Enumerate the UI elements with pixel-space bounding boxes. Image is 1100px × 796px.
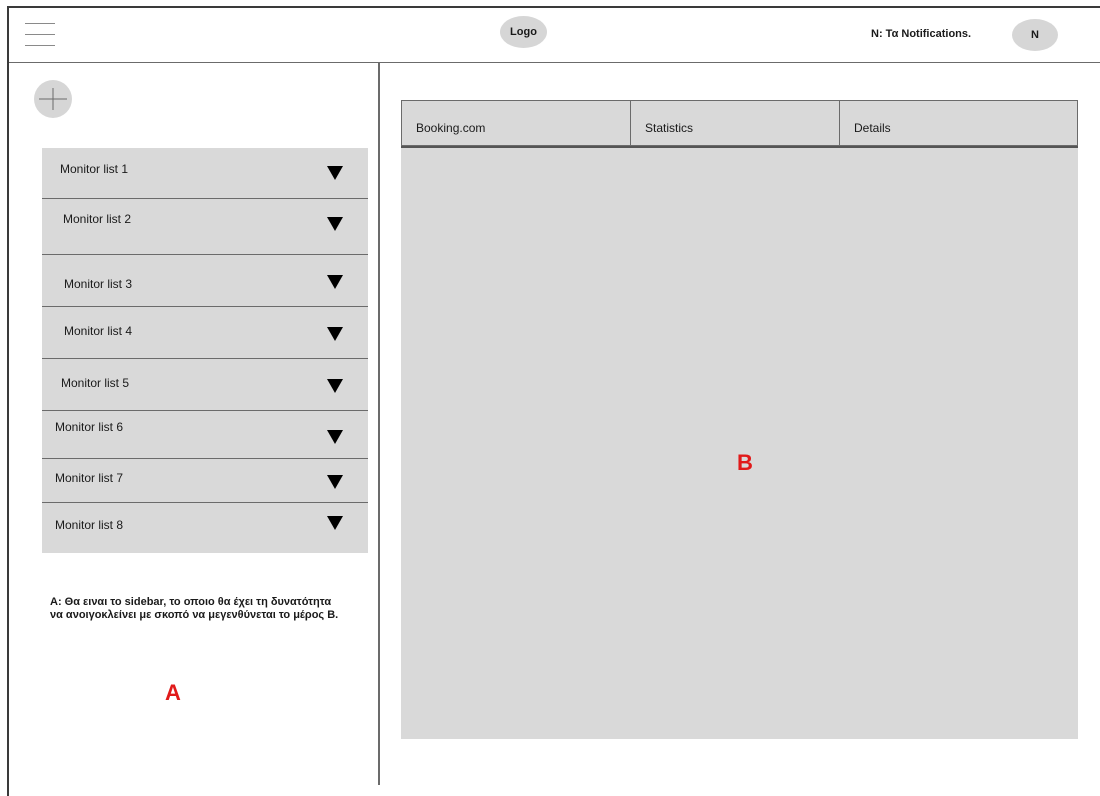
- tab-bar: Booking.com Statistics Details: [401, 100, 1078, 148]
- tab-statistics[interactable]: Statistics: [630, 100, 840, 146]
- monitor-list-item-7[interactable]: Monitor list 7: [42, 459, 368, 503]
- notifications-label[interactable]: N: Τα Notifications.: [871, 28, 971, 40]
- dropdown-arrow-icon[interactable]: [327, 217, 343, 231]
- monitor-list-label: Monitor list 8: [55, 518, 124, 532]
- monitor-list-item-6[interactable]: Monitor list 6: [42, 411, 368, 459]
- tab-label: Details: [854, 121, 891, 135]
- monitor-list-item-2[interactable]: Monitor list 2: [42, 199, 368, 255]
- monitor-list-item-3[interactable]: Monitor list 3: [42, 255, 368, 307]
- dropdown-arrow-icon[interactable]: [327, 327, 343, 341]
- logo: Logo: [500, 16, 547, 48]
- monitor-list-panel: Monitor list 1 Monitor list 2 Monitor li…: [42, 148, 368, 553]
- tab-label: Statistics: [645, 121, 694, 135]
- dropdown-arrow-icon[interactable]: [327, 379, 343, 393]
- monitor-list-label: Monitor list 6: [55, 420, 124, 434]
- section-label-a: A: [165, 680, 181, 705]
- tab-booking[interactable]: Booking.com: [401, 100, 631, 146]
- dropdown-arrow-icon[interactable]: [327, 275, 343, 289]
- monitor-list-label: Monitor list 1: [60, 162, 129, 176]
- tab-label: Booking.com: [416, 121, 486, 135]
- tab-details[interactable]: Details: [839, 100, 1078, 146]
- monitor-list-label: Monitor list 3: [64, 277, 133, 291]
- dropdown-arrow-icon[interactable]: [327, 475, 343, 489]
- dropdown-arrow-icon[interactable]: [327, 516, 343, 530]
- main-content-area: [401, 100, 1078, 739]
- monitor-list-label: Monitor list 2: [63, 212, 132, 226]
- add-button[interactable]: [34, 80, 72, 118]
- monitor-list-item-1[interactable]: Monitor list 1: [42, 148, 368, 199]
- avatar[interactable]: N: [1012, 19, 1058, 51]
- monitor-list-item-5[interactable]: Monitor list 5: [42, 359, 368, 411]
- monitor-list-item-4[interactable]: Monitor list 4: [42, 307, 368, 359]
- monitor-list-label: Monitor list 4: [64, 324, 133, 338]
- section-label-b: B: [737, 450, 753, 475]
- dropdown-arrow-icon[interactable]: [327, 430, 343, 444]
- monitor-list-label: Monitor list 7: [55, 471, 124, 485]
- dropdown-arrow-icon[interactable]: [327, 166, 343, 180]
- hamburger-menu-icon[interactable]: [25, 23, 55, 47]
- monitor-list-label: Monitor list 5: [61, 376, 130, 390]
- sidebar-description: A: Θα ειναι το sidebar, το οποιο θα έχει…: [50, 596, 339, 621]
- sidebar-divider: [378, 63, 380, 785]
- monitor-list-item-8[interactable]: Monitor list 8: [42, 503, 368, 553]
- plus-icon: [39, 88, 67, 110]
